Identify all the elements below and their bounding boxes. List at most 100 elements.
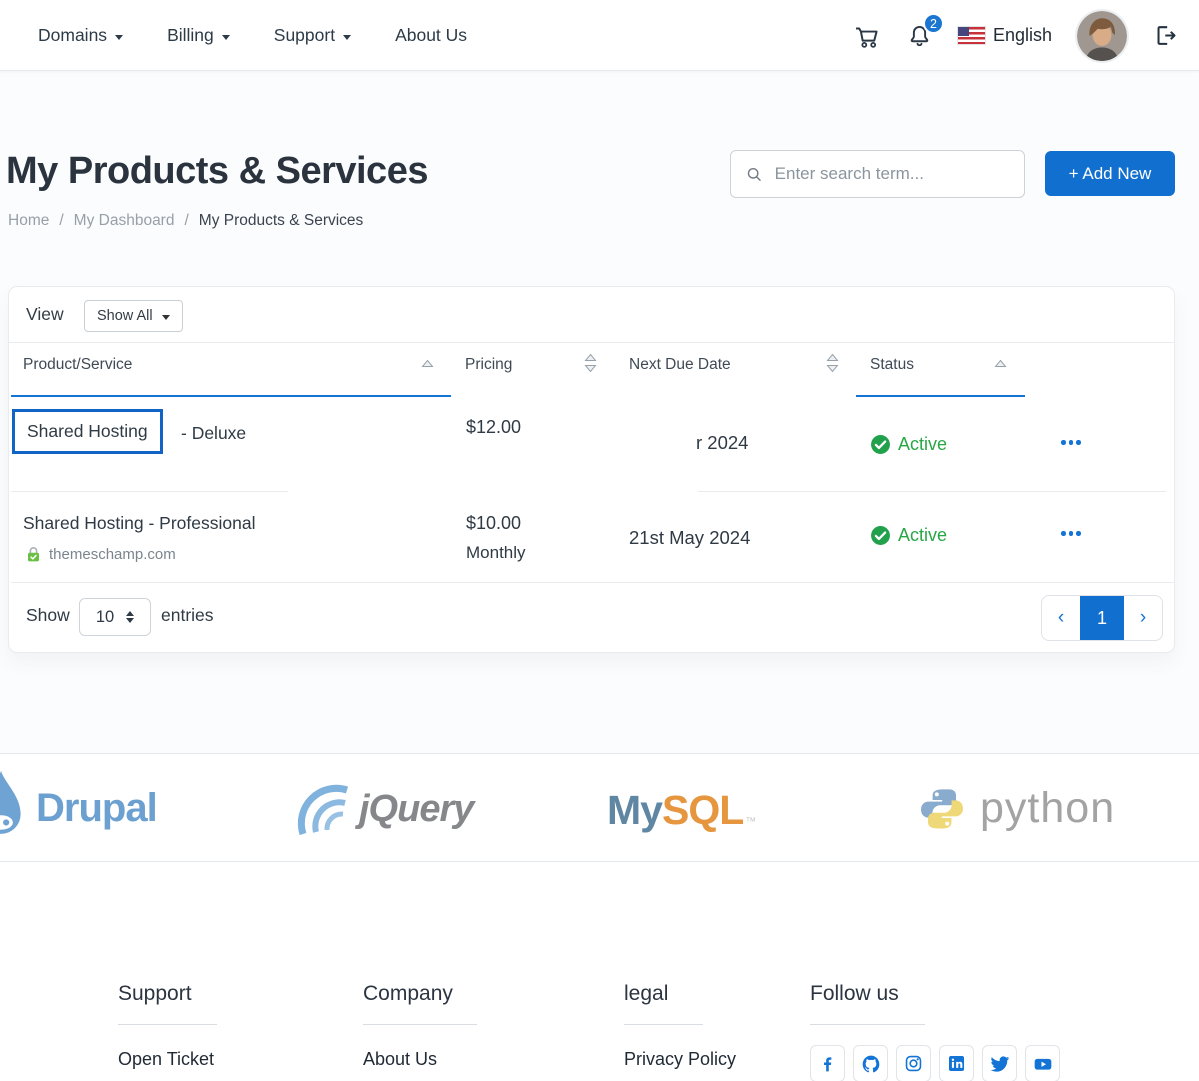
instagram-icon [904, 1054, 923, 1073]
logout-button[interactable] [1152, 22, 1179, 49]
next-due-date: 21st May 2024 [629, 527, 750, 549]
top-navbar: Domains Billing Support About Us [0, 0, 1199, 71]
status-badge: Active [870, 525, 947, 546]
jquery-wordmark: jQuery [359, 788, 473, 831]
divider [9, 342, 1174, 343]
breadcrumb-home[interactable]: Home [8, 212, 49, 230]
footer-heading: legal [624, 982, 736, 1006]
nav-item-label: Support [274, 25, 335, 46]
view-label: View [26, 304, 64, 325]
partner-logos-strip: Drupal jQuery MySQL ™ python [0, 753, 1199, 862]
breadcrumb: Home / My Dashboard / My Products & Serv… [8, 212, 363, 230]
add-new-button[interactable]: + Add New [1045, 151, 1175, 196]
nav-item-domains[interactable]: Domains [38, 25, 123, 46]
status-label: Active [898, 525, 947, 546]
footer-column-follow-us: Follow us [810, 982, 1060, 1081]
nav-item-label: Billing [167, 25, 214, 46]
domain-name: themeschamp.com [49, 546, 176, 563]
mysql-logo: MySQL ™ [607, 787, 756, 834]
mysql-wordmark-sql: SQL [662, 787, 743, 834]
column-header-pricing[interactable]: Pricing [465, 356, 512, 374]
social-links [810, 1045, 1060, 1081]
view-filter-dropdown[interactable]: Show All [84, 300, 183, 332]
search-box [730, 150, 1025, 198]
sorted-column-underline [11, 395, 451, 397]
product-name-suffix: - Deluxe [181, 423, 246, 444]
nav-item-support[interactable]: Support [274, 25, 351, 46]
breadcrumb-dashboard[interactable]: My Dashboard [74, 212, 175, 230]
jquery-logo: jQuery [293, 780, 473, 838]
sort-both-icon[interactable] [826, 353, 839, 373]
drupal-logo: Drupal [0, 767, 157, 849]
select-arrows-icon [126, 611, 134, 623]
product-name: Shared Hosting - Professional [23, 513, 255, 534]
page-size-value: 10 [96, 608, 114, 627]
cart-button[interactable] [853, 22, 881, 50]
pagination-page-1[interactable]: 1 [1080, 596, 1124, 640]
divider [11, 582, 1174, 583]
row-actions-ellipsis-icon[interactable] [1061, 440, 1081, 445]
pagination-prev[interactable]: ‹ [1042, 596, 1080, 640]
entries-label: entries [161, 605, 214, 626]
trademark-symbol: ™ [745, 816, 756, 828]
linkedin-button[interactable] [939, 1045, 974, 1081]
sort-asc-icon[interactable] [421, 359, 434, 368]
footer-heading: Support [118, 982, 217, 1006]
footer-column-support: Support Open Ticket [118, 982, 217, 1070]
python-logo: python [918, 784, 1115, 833]
language-selector[interactable]: English [958, 25, 1052, 46]
python-snake-icon [918, 785, 966, 833]
page-title: My Products & Services [6, 150, 428, 193]
notifications-button[interactable]: 2 [906, 22, 933, 49]
mysql-wordmark-my: My [607, 787, 662, 834]
sort-both-icon[interactable] [584, 353, 597, 373]
breadcrumb-separator: / [59, 212, 63, 230]
search-icon [745, 164, 764, 185]
client-area-page: Domains Billing Support About Us [0, 0, 1199, 1081]
footer-link-privacy-policy[interactable]: Privacy Policy [624, 1049, 736, 1070]
youtube-button[interactable] [1025, 1045, 1060, 1081]
pagination: ‹ 1 › [1041, 595, 1163, 641]
instagram-button[interactable] [896, 1045, 931, 1081]
drupal-drop-icon [0, 767, 32, 849]
user-avatar[interactable] [1077, 11, 1127, 61]
domain-line: themeschamp.com [25, 545, 176, 563]
breadcrumb-separator: / [184, 212, 188, 230]
chevron-down-icon [343, 35, 351, 40]
status-badge: Active [870, 434, 947, 455]
pagination-next[interactable]: › [1124, 596, 1162, 640]
nav-item-billing[interactable]: Billing [167, 25, 230, 46]
footer-link-open-ticket[interactable]: Open Ticket [118, 1049, 217, 1070]
main-menu: Domains Billing Support About Us [38, 0, 467, 71]
divider [810, 1024, 925, 1025]
sort-asc-icon[interactable] [994, 359, 1007, 368]
search-input[interactable] [775, 164, 1010, 184]
github-icon [861, 1054, 881, 1074]
github-button[interactable] [853, 1045, 888, 1081]
twitter-button[interactable] [982, 1045, 1017, 1081]
column-header-due-date[interactable]: Next Due Date [629, 356, 731, 374]
footer-link-about-us[interactable]: About Us [363, 1049, 477, 1070]
footer-heading: Company [363, 982, 477, 1006]
column-header-product[interactable]: Product/Service [23, 356, 132, 374]
ssl-lock-icon [25, 545, 42, 563]
facebook-button[interactable] [810, 1045, 845, 1081]
footer-column-legal: legal Privacy Policy [624, 982, 736, 1070]
jquery-swoosh-icon [293, 780, 351, 838]
notification-count-badge: 2 [923, 13, 944, 34]
column-header-status[interactable]: Status [870, 356, 914, 374]
sorted-column-underline [856, 395, 1025, 397]
page-size-select[interactable]: 10 [79, 598, 151, 636]
divider [118, 1024, 217, 1025]
nav-item-about-us[interactable]: About Us [395, 25, 467, 46]
chevron-down-icon [222, 35, 230, 40]
drupal-wordmark: Drupal [36, 786, 157, 831]
next-due-date-partial: r 2024 [696, 432, 748, 454]
view-filter-value: Show All [97, 308, 153, 324]
chevron-down-icon [115, 35, 123, 40]
us-flag-icon [958, 27, 985, 44]
youtube-icon [1033, 1054, 1053, 1074]
cart-icon [853, 22, 881, 50]
nav-item-label: About Us [395, 25, 467, 46]
row-actions-ellipsis-icon[interactable] [1061, 531, 1081, 536]
